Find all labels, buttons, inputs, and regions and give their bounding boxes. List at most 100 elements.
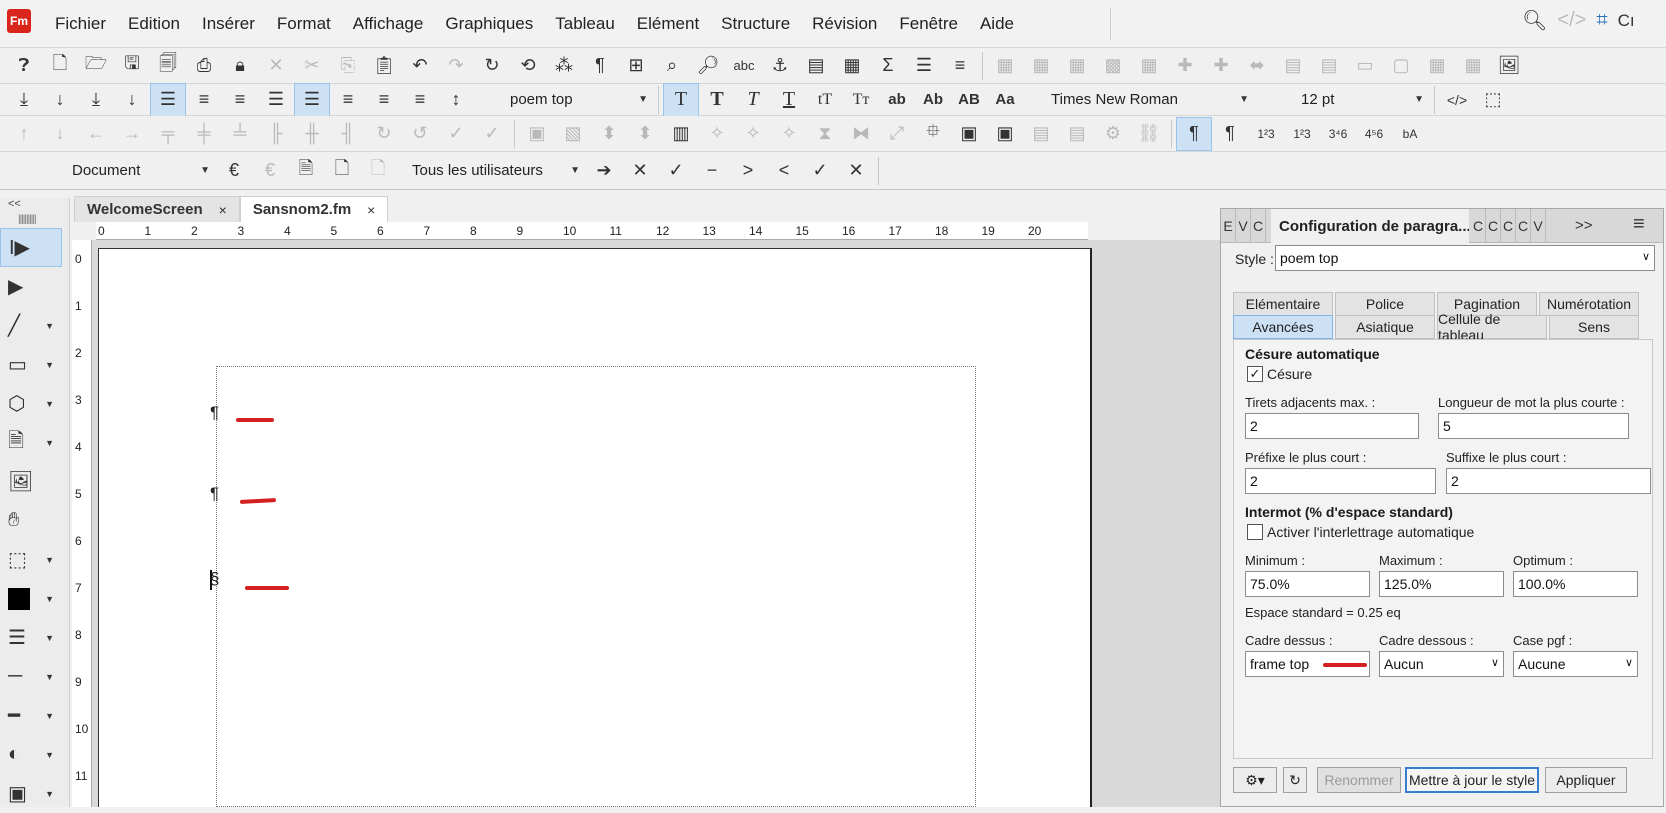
preview-original-icon[interactable]: 🗋 (324, 154, 360, 188)
arrow-right-icon[interactable]: → (114, 117, 150, 151)
tab-avancees[interactable]: Avancées (1233, 315, 1333, 339)
panel-tab-c1[interactable]: C (1471, 209, 1486, 243)
reject-all-changes-icon[interactable]: ✕ (838, 154, 874, 188)
arrow-down-icon[interactable]: ↓ (42, 117, 78, 151)
track-changes-icon[interactable]: € (216, 154, 252, 188)
table-add-row-icon[interactable]: ✚ (1167, 49, 1203, 83)
reject-all-icon[interactable]: − (694, 154, 730, 188)
align-left-icon[interactable]: ☰ (150, 82, 186, 117)
close-icon[interactable]: × (219, 202, 227, 218)
format-uppercase-button[interactable]: AB (951, 83, 987, 117)
max-adjacent-input[interactable]: 2 (1245, 413, 1419, 439)
overprint-icon[interactable]: ▣ ▼ (0, 774, 62, 813)
justify-icon[interactable]: ☰ (258, 83, 294, 117)
rename-button[interactable]: Renommer (1317, 767, 1401, 793)
tab-police[interactable]: Police (1335, 292, 1435, 316)
table-straddle-icon[interactable]: ▦ (1131, 49, 1167, 83)
graphic-frame-tool-icon[interactable]: 🖼︎ (0, 462, 62, 501)
hand-tool-icon[interactable]: ✋︎ (0, 501, 62, 540)
spell-check-icon[interactable]: abc (726, 49, 762, 83)
change-case-icon[interactable]: bA (1392, 117, 1428, 151)
tab-numerotation[interactable]: Numérotation (1539, 292, 1639, 316)
object-properties-icon[interactable]: ▣ (987, 117, 1023, 151)
align-baseline-icon[interactable]: ↓ (114, 83, 150, 117)
snap-icon[interactable]: ▤ (1023, 117, 1059, 151)
vertical-ruler[interactable]: 0 1 2 3 4 5 6 7 8 9 10 11 (72, 240, 92, 807)
import-icon[interactable]: 🖼︎ (1491, 49, 1527, 83)
shortest-prefix-input[interactable]: 2 (1245, 468, 1436, 494)
rectangle-tool-icon[interactable]: ▭ ▼ (0, 345, 62, 384)
align-bottom-icon[interactable]: ⤓ (78, 83, 114, 117)
insert-variable-icon[interactable]: ⁂ (546, 49, 582, 83)
number-format-4-icon[interactable]: 4⁵6 (1356, 117, 1392, 151)
object-select-tool-icon[interactable]: ▶ (0, 267, 62, 306)
menu-inserer[interactable]: Insérer (191, 0, 266, 48)
format-initial-caps-button[interactable]: Ab (915, 83, 951, 117)
shortest-word-input[interactable]: 5 (1438, 413, 1629, 439)
optimum-input[interactable]: 100.0% (1513, 571, 1638, 597)
table-add-col-icon[interactable]: ✚ (1203, 49, 1239, 83)
table-resize-icon[interactable]: ⬌ (1239, 49, 1275, 83)
crop-icon[interactable]: ▣ (951, 117, 987, 151)
menu-tableau[interactable]: Tableau (544, 0, 626, 48)
auto-letterspace-checkbox[interactable] (1247, 524, 1263, 540)
tab-cellule-de-tableau[interactable]: Cellule de tableau (1437, 311, 1547, 343)
number-format-2-icon[interactable]: 1²3 (1284, 117, 1320, 151)
format-underline-button[interactable]: T (771, 83, 807, 117)
frame-below-select[interactable]: Aucun ∨ (1379, 651, 1504, 677)
format-plain-button[interactable]: T (663, 82, 699, 117)
unsmooth-icon[interactable]: ✧ (735, 117, 771, 151)
flip-horizontal-icon[interactable]: ⧓ (843, 117, 879, 151)
palette-grip[interactable]: ||||||||||| (0, 214, 69, 228)
panel-overflow-button[interactable]: >> (1575, 217, 1593, 234)
horizontal-ruler[interactable]: 0 1 2 3 4 5 6 7 8 9 10 11 12 13 14 15 16 17 18 19 20 (96, 222, 1088, 240)
menu-fichier[interactable]: Fichier (44, 0, 117, 48)
table-merge-icon[interactable]: ▦ (1419, 49, 1455, 83)
style-select[interactable]: poem top ∨ (1275, 245, 1655, 271)
table-insert-cols-icon[interactable]: ▦ (1023, 49, 1059, 83)
close-icon[interactable]: × (367, 202, 375, 218)
align-objects-top-icon[interactable]: ╤ (150, 117, 186, 151)
rotate-back-icon[interactable]: ↺ (402, 117, 438, 151)
code-view-icon[interactable]: </> (1557, 9, 1586, 32)
fill-color-icon[interactable]: ▼ (0, 579, 62, 618)
scale-icon[interactable]: ⤢ (879, 117, 915, 151)
table-insert-rows-icon[interactable]: ▦ (987, 49, 1023, 83)
history-icon[interactable]: ⟲ (510, 49, 546, 83)
bring-front-icon[interactable]: ⬍ (591, 117, 627, 151)
arrow-left-icon[interactable]: ← (78, 117, 114, 151)
align-objects-center-icon[interactable]: ╫ (294, 117, 330, 151)
track-changes-off-icon[interactable]: € (252, 154, 288, 188)
smooth-icon[interactable]: ✧ (699, 117, 735, 151)
line-spacing-custom-icon[interactable]: ≡ (402, 83, 438, 117)
new-document-icon[interactable]: 🗋 (42, 49, 78, 83)
ungroup-icon[interactable]: ▧ (555, 117, 591, 151)
menu-overflow-text[interactable]: Cı (1618, 11, 1635, 31)
format-subscript-button[interactable]: Tт (843, 83, 879, 117)
line-end-icon[interactable]: ━ ▼ (0, 696, 62, 735)
open-folder-icon[interactable]: 🗁 (78, 49, 114, 83)
align-top-icon[interactable]: ⤓ (6, 83, 42, 117)
flip-vertical-icon[interactable]: ⧗ (807, 117, 843, 151)
save-as-icon[interactable]: 🗐 (150, 49, 186, 83)
align-middle-icon[interactable]: ↓ (42, 83, 78, 117)
wysiwyg-view-icon[interactable]: ⌗ (1596, 9, 1607, 32)
delete-icon[interactable]: ✕ (258, 49, 294, 83)
menu-element[interactable]: Elément (626, 0, 710, 48)
text-frame-icon[interactable]: ▤ (798, 49, 834, 83)
search-icon[interactable]: 🔍︎ (1522, 8, 1547, 33)
menu-format[interactable]: Format (266, 0, 342, 48)
paragraph-style-select[interactable]: poem top ▼ (504, 86, 654, 114)
polygon-tool-icon[interactable]: ⬡ ▼ (0, 384, 62, 423)
pattern-icon[interactable]: ☰ ▼ (0, 618, 62, 657)
table-cell-select[interactable]: Aucune ∨ (1513, 651, 1638, 677)
panel-tab-c[interactable]: C (1251, 209, 1266, 243)
panel-tab-c3[interactable]: C (1501, 209, 1516, 243)
accept-next-icon[interactable]: > (730, 154, 766, 188)
line-width-icon[interactable]: ─ ▼ (0, 657, 62, 696)
table-select-icon[interactable]: ▦ (1059, 49, 1095, 83)
text-frame-tool-icon[interactable]: 🗎 ▼ (0, 423, 62, 462)
save-icon[interactable]: 🖫 (114, 49, 150, 83)
insert-table-icon[interactable]: ⊞ (618, 49, 654, 83)
cut-icon[interactable]: ✂ (294, 49, 330, 83)
